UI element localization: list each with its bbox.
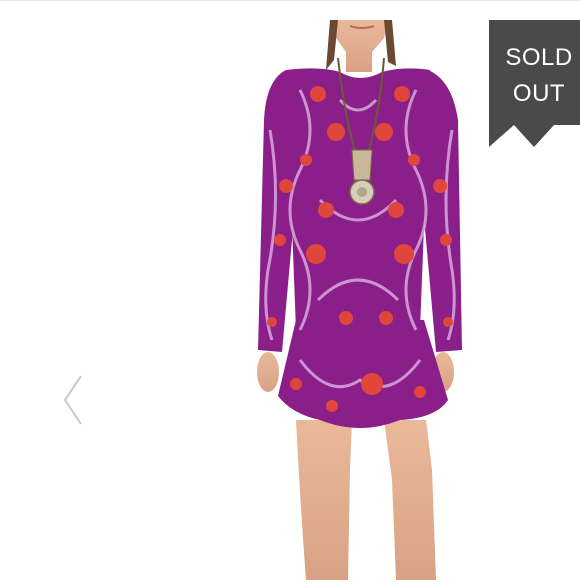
- sold-out-badge: SOLD OUT: [489, 20, 580, 147]
- carousel-prev-button[interactable]: [56, 372, 90, 428]
- badge-line-1: SOLD: [505, 44, 573, 71]
- badge-line-2: OUT: [512, 80, 566, 107]
- chevron-left-icon: [63, 375, 82, 425]
